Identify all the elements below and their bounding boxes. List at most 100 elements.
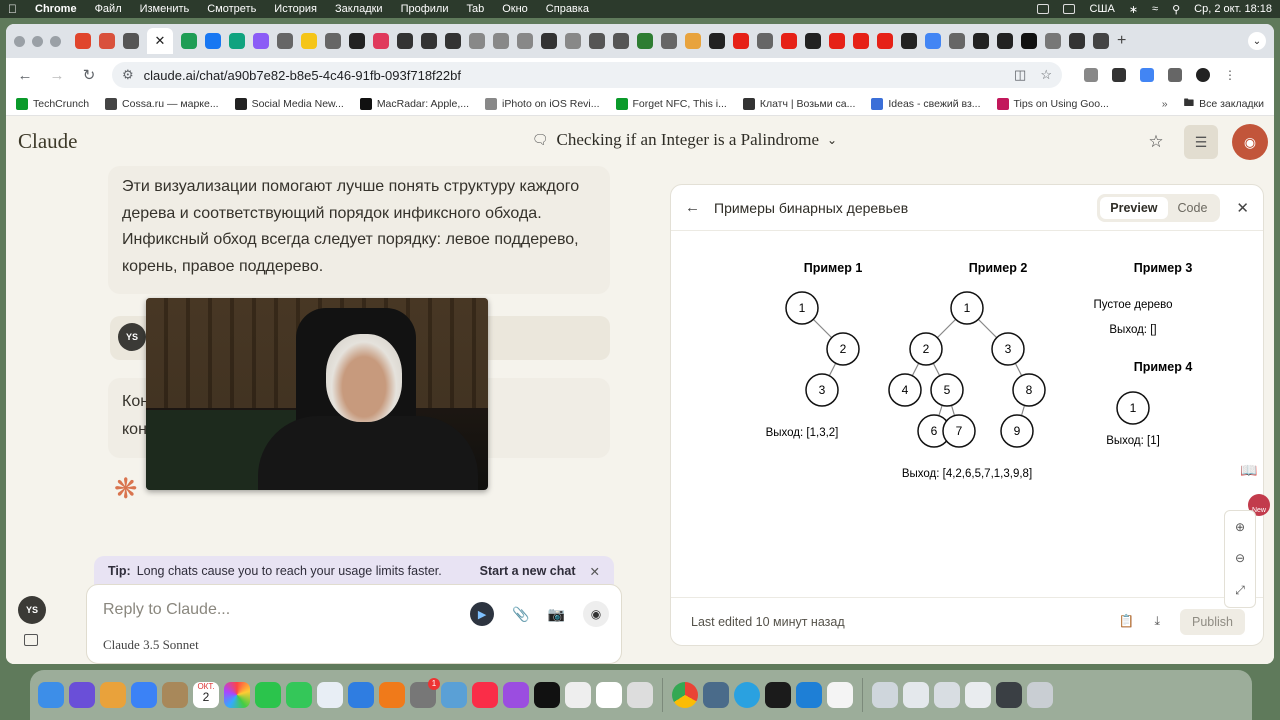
freeform-icon[interactable]	[596, 682, 622, 708]
extension-shortcut-icon[interactable]: ▶	[470, 602, 495, 626]
settings-sliders-button[interactable]: ☰	[1184, 125, 1218, 159]
bookmark-item[interactable]: iPhoto on iOS Revi...	[485, 97, 600, 110]
bookmark-item[interactable]: Ideas - свежий вз...	[871, 97, 981, 110]
claude-logo[interactable]: Claude	[18, 129, 77, 154]
minimize-window-button[interactable]	[32, 35, 43, 47]
tab-favicon-icon[interactable]	[445, 33, 461, 49]
messages-icon[interactable]	[286, 682, 312, 708]
all-bookmarks-button[interactable]: 🖿 Все закладки	[1184, 95, 1264, 113]
translate-extension-icon[interactable]	[1140, 68, 1154, 82]
tab-favicon-icon[interactable]	[373, 33, 389, 49]
site-info-icon[interactable]: ⚙	[122, 67, 134, 83]
screen-record-icon[interactable]	[1037, 4, 1050, 14]
photos-icon[interactable]	[224, 682, 250, 708]
paperclip-icon[interactable]: 📎	[512, 606, 529, 623]
tab-favicon-icon[interactable]	[661, 33, 677, 49]
minimized-window-icon[interactable]	[872, 682, 898, 708]
close-icon[interactable]: ✕	[1236, 199, 1249, 217]
tab-favicon-icon[interactable]	[637, 33, 653, 49]
apple-tv-icon[interactable]	[534, 682, 560, 708]
tab-favicon-icon[interactable]	[1021, 33, 1037, 49]
github-icon[interactable]	[973, 33, 989, 49]
youtube-icon[interactable]	[877, 33, 893, 49]
zoom-out-icon[interactable]: ⊖	[1235, 551, 1245, 565]
spotlight-icon[interactable]: ⚲	[1172, 3, 1180, 16]
books-icon[interactable]	[379, 682, 405, 708]
download-icon[interactable]: ⤓	[1154, 614, 1160, 629]
kebab-menu-icon[interactable]: ⋮	[1224, 68, 1236, 82]
tab-favicon-icon[interactable]	[397, 33, 413, 49]
minimized-window-icon[interactable]	[996, 682, 1022, 708]
tab-favicon-icon[interactable]	[205, 33, 221, 49]
bookmark-item[interactable]: Social Media New...	[234, 97, 344, 110]
menubar-datetime[interactable]: Ср, 2 окт. 18:18	[1194, 3, 1272, 15]
camera-icon[interactable]: 📷	[548, 606, 565, 623]
bookmark-item[interactable]: Forget NFC, This i...	[615, 97, 727, 110]
tab-favicon-icon[interactable]	[469, 33, 485, 49]
tab-favicon-icon[interactable]	[757, 33, 773, 49]
telegram-icon[interactable]	[734, 682, 760, 708]
tab-favicon-icon[interactable]	[277, 33, 293, 49]
chat-title-dropdown[interactable]: 🗨 Checking if an Integer is a Palindrome…	[532, 130, 837, 150]
preview-icon[interactable]	[441, 682, 467, 708]
screen-recorder-avatar-icon[interactable]: ◉	[1232, 124, 1268, 160]
zoom-window-button[interactable]	[50, 35, 61, 47]
tab-search-chevron-icon[interactable]: ⌄	[1248, 32, 1266, 50]
facetime-icon[interactable]	[255, 682, 281, 708]
bookmark-item[interactable]: Cossa.ru — марке...	[105, 97, 219, 110]
tab-favicon-icon[interactable]	[1045, 33, 1061, 49]
reply-composer[interactable]: Reply to Claude... Claude 3.5 Sonnet ▶ 📎…	[86, 584, 622, 664]
chrome-icon[interactable]	[672, 682, 698, 708]
tab-preview[interactable]: Preview	[1100, 196, 1168, 219]
youtube-icon[interactable]	[733, 33, 749, 49]
back-arrow-icon[interactable]: ←	[685, 199, 700, 216]
github-icon[interactable]	[805, 33, 821, 49]
close-icon[interactable]: ✕	[590, 564, 600, 579]
tab-favicon-icon[interactable]	[517, 33, 533, 49]
podcasts-icon[interactable]	[503, 682, 529, 708]
puzzle-icon[interactable]	[1168, 68, 1182, 82]
github-icon[interactable]	[997, 33, 1013, 49]
extension-icon[interactable]	[1084, 68, 1098, 82]
tab-favicon-icon[interactable]	[1093, 33, 1109, 49]
tab-favicon-icon[interactable]	[253, 33, 269, 49]
menu-bookmarks[interactable]: Закладки	[335, 3, 383, 15]
vscode-icon[interactable]	[796, 682, 822, 708]
menu-app-name[interactable]: Chrome	[35, 3, 77, 15]
menu-tab[interactable]: Tab	[466, 3, 484, 15]
active-tab-close-icon[interactable]: ✕	[147, 28, 173, 54]
expand-icon[interactable]: ⤢	[1235, 583, 1245, 598]
launchpad-icon[interactable]	[100, 682, 126, 708]
publish-button[interactable]: Publish	[1180, 608, 1245, 635]
tab-favicon-icon[interactable]	[1069, 33, 1085, 49]
menu-view[interactable]: Смотреть	[207, 3, 256, 15]
textedit-icon[interactable]	[565, 682, 591, 708]
forward-arrow-icon[interactable]: →	[48, 67, 66, 84]
tab-favicon-icon[interactable]	[99, 33, 115, 49]
bookmark-item[interactable]: Клатч | Возьми са...	[742, 97, 855, 110]
system-settings-icon[interactable]: 1	[410, 678, 440, 708]
minimized-window-icon[interactable]	[965, 682, 991, 708]
tab-favicon-icon[interactable]	[589, 33, 605, 49]
github-icon[interactable]	[349, 33, 365, 49]
tab-favicon-icon[interactable]	[229, 33, 245, 49]
youtube-icon[interactable]	[853, 33, 869, 49]
close-window-button[interactable]	[14, 35, 25, 47]
youtube-icon[interactable]	[781, 33, 797, 49]
mail-icon[interactable]	[131, 682, 157, 708]
tab-favicon-icon[interactable]	[541, 33, 557, 49]
sidebar-user-avatar[interactable]: YS	[18, 596, 46, 624]
menu-edit[interactable]: Изменить	[140, 3, 190, 15]
webcam-overlay[interactable]	[146, 298, 488, 490]
minimized-window-icon[interactable]	[934, 682, 960, 708]
back-arrow-icon[interactable]: ←	[16, 67, 34, 84]
apple-menu-icon[interactable]: 	[8, 2, 17, 16]
keynote-icon[interactable]	[348, 682, 374, 708]
calendar-icon[interactable]: ОКТ. 2	[193, 682, 219, 708]
copy-icon[interactable]: 📋	[1119, 614, 1135, 629]
bluetooth-icon[interactable]: ∗	[1129, 3, 1138, 16]
bookmarks-overflow-chevron-icon[interactable]: »	[1162, 98, 1168, 110]
tab-favicon-icon[interactable]	[325, 33, 341, 49]
tab-favicon-icon[interactable]	[123, 33, 139, 49]
tab-favicon-icon[interactable]	[685, 33, 701, 49]
